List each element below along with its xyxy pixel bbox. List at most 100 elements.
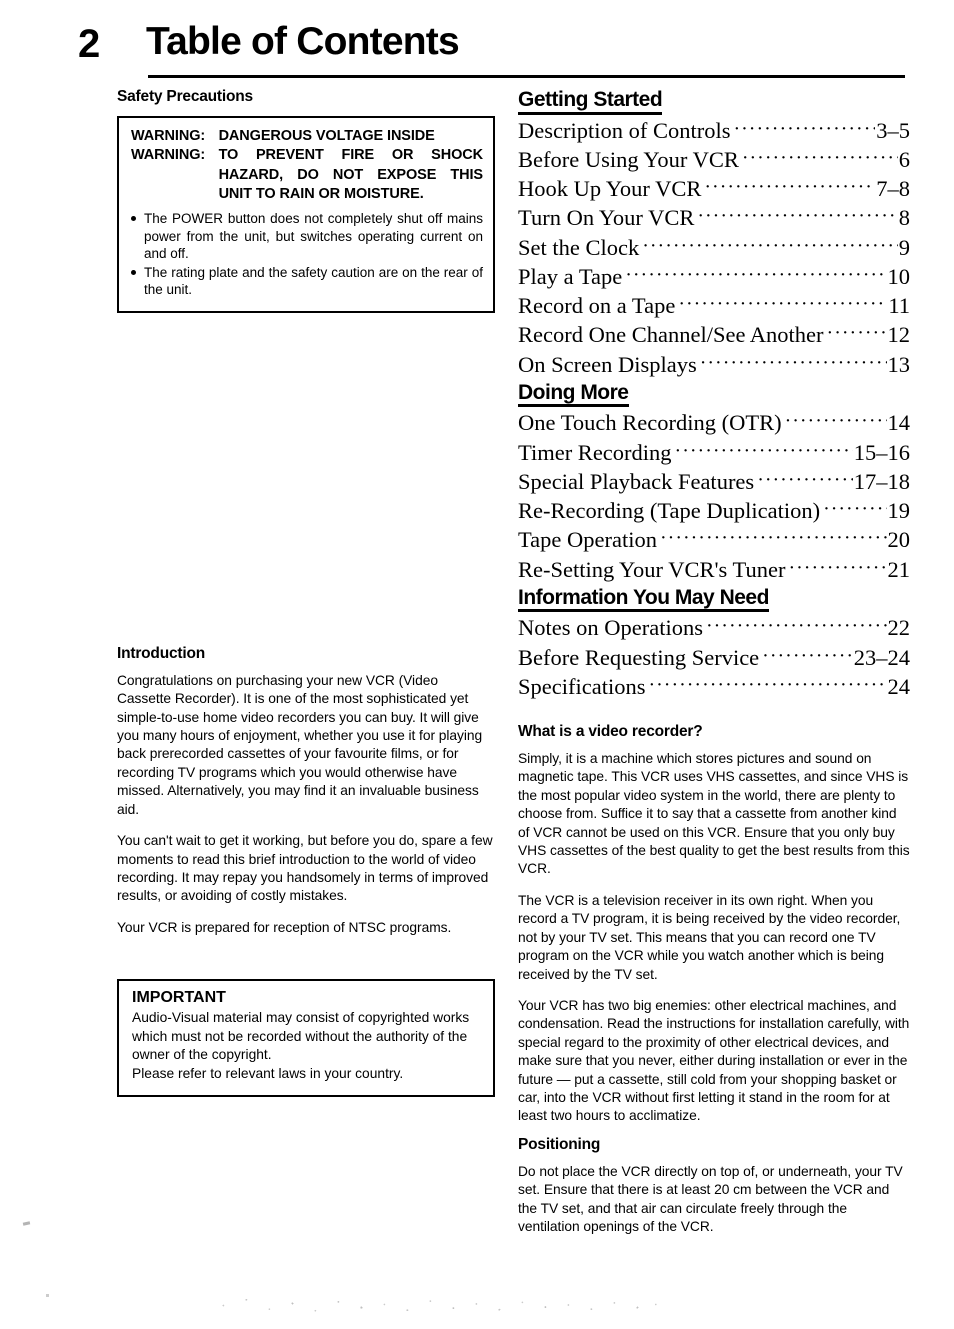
right-column-spacer <box>518 703 910 723</box>
toc-dot-leader: ········································… <box>823 498 886 521</box>
toc-entry-page: 13 <box>887 351 911 377</box>
paragraph: You can't wait to get it working, but be… <box>117 833 493 904</box>
toc-entry-label: On Screen Displays <box>518 351 697 377</box>
toc-entry[interactable]: Hook Up Your VCR························… <box>518 174 910 203</box>
warning-label <box>131 185 219 204</box>
toc-entry-label: Before Using Your VCR <box>518 146 739 172</box>
bullet-dot-icon <box>131 269 136 275</box>
toc-dot-leader: ········································… <box>678 293 888 316</box>
toc-entry-label: Special Playback Features <box>518 468 755 494</box>
page-title: Table of Contents <box>146 20 460 63</box>
important-title: IMPORTANT <box>132 989 226 1007</box>
toc-group: Getting Started Description of Controls ··… <box>518 88 910 379</box>
toc-entry[interactable]: Record One Channel/See Another··········… <box>518 320 910 349</box>
warning-text: DANGEROUS VOLTAGE INSIDE <box>218 128 435 144</box>
toc-dot-leader: ········································… <box>741 146 898 169</box>
toc-entry-page: 23–24 <box>853 644 910 670</box>
toc-entry-page: 19 <box>887 498 911 524</box>
toc-entry-page: 12 <box>887 322 911 348</box>
toc-entry[interactable]: Specifications ··························… <box>518 672 910 701</box>
warning-line: WARNING: TO PREVENT FIRE OR SHOCK <box>131 146 483 165</box>
toc-dot-leader: ········································… <box>697 205 898 228</box>
list-item: The rating plate and the safety caution … <box>131 264 483 299</box>
toc-dot-leader: ········································… <box>642 234 898 257</box>
important-text: Audio-Visual material may consist of cop… <box>132 1010 470 1081</box>
toc-entry[interactable]: Notes on Operations ·····················… <box>518 613 910 642</box>
positioning-spacer <box>518 1126 910 1136</box>
toc-entry-page: 15–16 <box>853 439 910 465</box>
toc-dot-leader: ········································… <box>648 673 886 696</box>
toc-section-heading: Getting Started <box>518 88 663 115</box>
scan-dot-artifact <box>46 1294 49 1297</box>
warning-line: WARNING: DANGEROUS VOLTAGE INSIDE <box>131 127 483 146</box>
toc-dot-leader: ········································… <box>660 527 887 550</box>
toc-entry-label: Hook Up Your VCR <box>518 176 702 202</box>
toc-entry[interactable]: Re-Setting Your VCR's Tuner ·············… <box>518 555 910 584</box>
warning-bullet-list: The POWER button does not completely shu… <box>131 210 483 299</box>
paragraph: Simply, it is a machine which stores pic… <box>518 751 910 877</box>
toc-entry[interactable]: Tape Operation ··························… <box>518 525 910 554</box>
list-item: The POWER button does not completely shu… <box>131 210 483 263</box>
header-rule <box>148 75 905 78</box>
toc-dot-leader: ········································… <box>625 263 886 286</box>
warning-label: WARNING: <box>131 147 206 164</box>
warning-text: TO PREVENT FIRE OR SHOCK <box>218 147 484 164</box>
toc-entry[interactable]: Special Playback Features···············… <box>518 467 910 496</box>
toc-entry[interactable]: One Touch Recording (OTR)···············… <box>518 408 910 437</box>
toc-entry-page: 6 <box>898 146 910 172</box>
toc-entry[interactable]: On Screen Displays ······················… <box>518 350 910 379</box>
left-column-spacer <box>117 313 495 645</box>
warning-line: UNIT TO RAIN OR MOISTURE. <box>131 185 483 204</box>
toc-entry[interactable]: Record on a Tape ························… <box>518 291 910 320</box>
what-is-a-video-recorder-body: Simply, it is a machine which stores pic… <box>518 750 910 1126</box>
toc-entry-label: One Touch Recording (OTR) <box>518 410 782 436</box>
toc-entry-page: 8 <box>898 205 910 231</box>
warning-text: HAZARD, DO NOT EXPOSE THIS <box>218 166 484 183</box>
toc-entry-page: 11 <box>888 293 910 319</box>
scan-edge-mark-artifact <box>22 1221 31 1226</box>
toc-section-heading: Doing More <box>518 381 629 408</box>
toc-entry-page: 21 <box>887 556 911 582</box>
warning-line: HAZARD, DO NOT EXPOSE THIS <box>131 166 484 185</box>
toc-entry-label: Description of Controls <box>518 117 731 143</box>
toc-dot-leader: ········································… <box>733 117 875 140</box>
toc-entry-label: Set the Clock <box>518 234 640 260</box>
warning-box: WARNING: DANGEROUS VOLTAGE INSIDE WARNIN… <box>117 116 495 313</box>
toc-entry-label: Timer Recording <box>518 439 672 465</box>
toc-entry-label: Record on a Tape <box>518 293 676 319</box>
toc-entry-label: Specifications <box>518 673 646 699</box>
toc-entry[interactable]: Before Using Your VCR ···················… <box>518 145 910 174</box>
toc-entry-label: Notes on Operations <box>518 615 703 641</box>
toc-dot-leader: ········································… <box>705 615 887 638</box>
toc-entry[interactable]: Re-Recording (Tape Duplication)·········… <box>518 496 910 525</box>
introduction-body: Congratulations on purchasing your new V… <box>117 672 495 937</box>
toc-entry-label: Turn On Your VCR <box>518 205 695 231</box>
scan-speckle-artifact <box>205 1292 665 1318</box>
toc-entry[interactable]: Turn On Your VCR ························… <box>518 203 910 232</box>
left-column: Safety Precautions WARNING: DANGEROUS VO… <box>117 88 495 1098</box>
toc-entry-page: 17–18 <box>853 468 910 494</box>
toc-entry[interactable]: Timer Recording·························… <box>518 438 910 467</box>
bullet-dot-icon <box>131 216 136 222</box>
toc-section-heading: Information You May Need <box>518 586 769 613</box>
toc-entry[interactable]: Before Requesting Service···············… <box>518 643 910 672</box>
toc-entry[interactable]: Set the Clock ···························… <box>518 233 910 262</box>
bullet-text: The POWER button does not completely shu… <box>144 211 483 262</box>
bullet-text: The rating plate and the safety caution … <box>144 264 483 298</box>
toc-entry-page: 24 <box>887 673 911 699</box>
warning-label <box>131 166 219 185</box>
toc-list: Notes on Operations ·····················… <box>518 613 910 701</box>
safety-precautions-heading: Safety Precautions <box>117 88 253 105</box>
toc-group: Doing More One Touch Recording (OTR) ·····… <box>518 381 910 584</box>
page-number: 2 <box>78 22 100 66</box>
toc-entry[interactable]: Play a Tape ·····························… <box>518 262 910 291</box>
toc-entry[interactable]: Description of Controls ·················… <box>518 116 910 145</box>
toc-entry-label: Play a Tape <box>518 263 623 289</box>
toc-dot-leader: ········································… <box>826 322 887 345</box>
important-box: IMPORTANT Audio-Visual material may cons… <box>117 979 495 1098</box>
toc-list: One Touch Recording (OTR) ···············… <box>518 408 910 584</box>
toc-entry-label: Record One Channel/See Another <box>518 322 824 348</box>
warning-text: UNIT TO RAIN OR MOISTURE. <box>218 185 424 202</box>
warning-lines-table: WARNING: DANGEROUS VOLTAGE INSIDE WARNIN… <box>131 127 483 204</box>
toc-entry-label: Tape Operation <box>518 527 657 553</box>
